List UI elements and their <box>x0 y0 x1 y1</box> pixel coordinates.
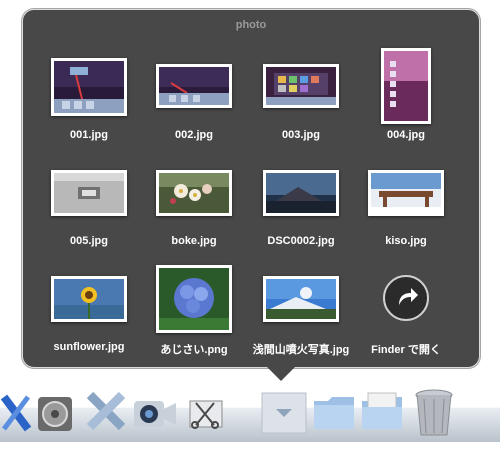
item-label: あじさい.png <box>160 344 228 356</box>
facetime-icon[interactable] <box>132 397 178 434</box>
item-label: DSC0002.jpg <box>267 235 335 247</box>
thumbnail-asama <box>263 276 339 322</box>
xcode-icon[interactable] <box>0 393 32 438</box>
dock <box>0 385 500 453</box>
item-label: boke.jpg <box>171 235 217 247</box>
item-label: 004.jpg <box>387 129 425 141</box>
item-label: Finder で開く <box>371 344 441 356</box>
item-label: 002.jpg <box>175 129 213 141</box>
thumbnail-boke <box>156 170 232 216</box>
x11-icon[interactable] <box>84 389 128 438</box>
scissors-grab-icon[interactable] <box>186 393 226 438</box>
thumbnail-sunflower <box>51 276 127 322</box>
thumbnail-001 <box>51 58 127 116</box>
system-preferences-icon[interactable] <box>36 395 74 438</box>
item-label: 浅間山噴火写真.jpg <box>252 344 350 356</box>
item-label: 005.jpg <box>70 235 108 247</box>
open-in-finder-icon <box>383 275 429 321</box>
downloads-folder-icon[interactable] <box>360 391 404 436</box>
thumbnail-kiso <box>368 170 444 216</box>
trash-icon[interactable] <box>412 387 456 444</box>
stack-title: photo <box>235 19 267 31</box>
item-label: 003.jpg <box>282 129 320 141</box>
photo-stack-icon[interactable] <box>260 391 308 440</box>
thumbnail-ajisai <box>156 265 232 333</box>
popup-arrow <box>266 366 296 381</box>
thumbnail-003 <box>263 64 339 108</box>
item-label: sunflower.jpg <box>53 341 125 353</box>
folder-icon[interactable] <box>312 393 356 436</box>
thumbnail-004 <box>381 48 431 124</box>
item-label: 001.jpg <box>70 129 108 141</box>
thumbnail-002 <box>156 64 232 108</box>
thumbnail-dsc0002 <box>263 170 339 216</box>
stack-popup: photo 001.jpg 002.jpg 003.jpg 004.jpg 00… <box>22 9 480 368</box>
thumbnail-005 <box>51 170 127 216</box>
item-label: kiso.jpg <box>385 235 427 247</box>
